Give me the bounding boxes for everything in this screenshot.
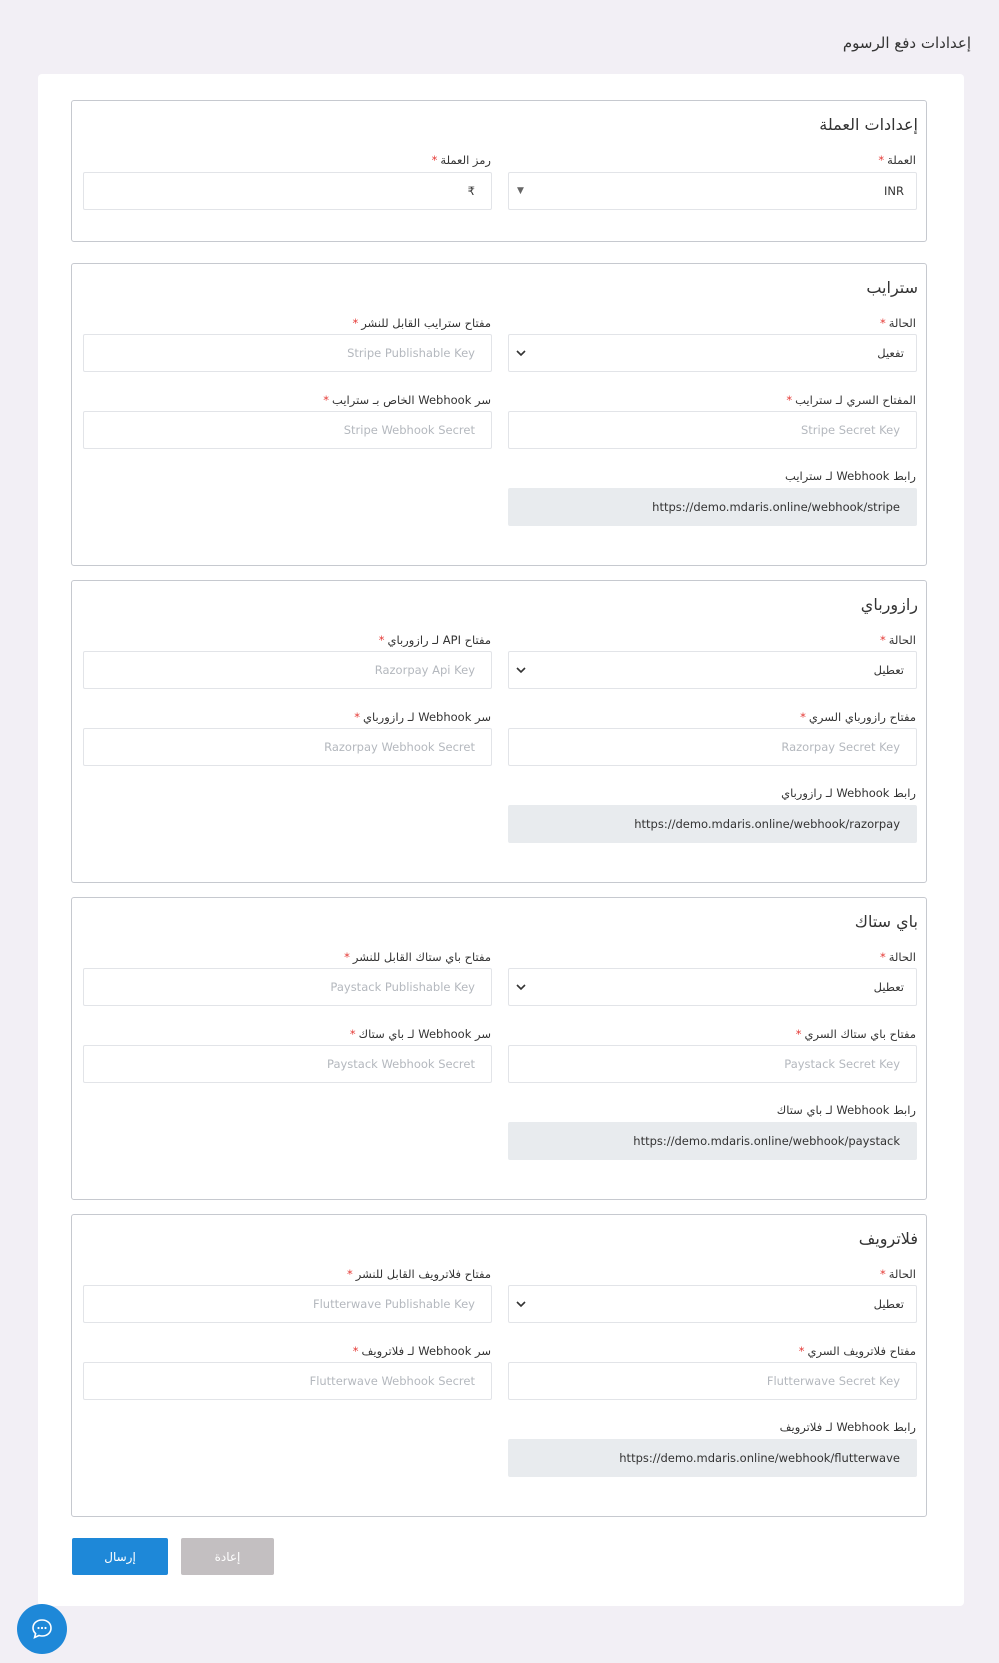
razorpay-webhook-secret-input[interactable] xyxy=(83,728,492,766)
chevron-down-icon xyxy=(516,350,526,357)
flutterwave-webhook-secret-label: سر Webhook لـ فلاترويف* xyxy=(352,1344,491,1358)
flutterwave-status-label: الحالة* xyxy=(879,1267,916,1281)
required-mark: * xyxy=(795,1027,802,1041)
required-mark: * xyxy=(354,710,360,724)
flutterwave-secret-label: مفتاح فلاترويف السري* xyxy=(798,1344,916,1358)
paystack-publishable-input[interactable] xyxy=(83,968,492,1006)
stripe-status-select[interactable]: تفعيل xyxy=(508,334,917,372)
flutterwave-secret-input[interactable] xyxy=(508,1362,917,1400)
required-mark: * xyxy=(431,153,438,167)
razorpay-api-input[interactable] xyxy=(83,651,492,689)
required-mark: * xyxy=(347,1267,353,1281)
razorpay-secret-label: مفتاح رازورباي السري* xyxy=(800,710,916,724)
stripe-secret-label: المفتاح السري لـ سترايب* xyxy=(786,393,916,407)
paystack-status-select[interactable]: تعطيل xyxy=(508,968,917,1006)
stripe-webhook-secret-input[interactable] xyxy=(83,411,492,449)
paystack-secret-input[interactable] xyxy=(508,1045,917,1083)
required-mark: * xyxy=(879,950,886,964)
flutterwave-section-title: فلاترويف xyxy=(858,1229,918,1248)
chevron-down-icon xyxy=(516,667,526,674)
razorpay-webhook-url-label: رابط Webhook لـ رازورباي xyxy=(781,786,916,800)
required-mark: * xyxy=(378,633,385,647)
chevron-down-icon xyxy=(516,984,526,991)
razorpay-status-value: تعطيل xyxy=(873,663,904,677)
stripe-section-title: سترايب xyxy=(866,278,918,297)
page-title: إعدادات دفع الرسوم xyxy=(842,34,971,52)
required-mark: * xyxy=(798,1344,805,1358)
razorpay-api-label: مفتاح API لـ رازورباي* xyxy=(378,633,491,647)
reset-button[interactable]: إعادة xyxy=(181,1538,274,1575)
flutterwave-publishable-label: مفتاح فلاترويف القابل للنشر* xyxy=(347,1267,491,1281)
paystack-status-label: الحالة* xyxy=(879,950,916,964)
required-mark: * xyxy=(879,316,886,330)
required-mark: * xyxy=(349,1027,356,1041)
currency-select-value: INR xyxy=(884,184,904,198)
chat-button[interactable] xyxy=(17,1604,67,1654)
flutterwave-webhook-url-label: رابط Webhook لـ فلاترويف xyxy=(779,1420,916,1434)
stripe-section: سترايب الحالة* تفعيل مفتاح سترايب القابل… xyxy=(71,263,927,566)
razorpay-secret-input[interactable] xyxy=(508,728,917,766)
flutterwave-webhook-secret-input[interactable] xyxy=(83,1362,492,1400)
required-mark: * xyxy=(800,710,806,724)
paystack-secret-label: مفتاح باي ستاك السري* xyxy=(795,1027,916,1041)
razorpay-webhook-secret-label: سر Webhook لـ رازورباي* xyxy=(354,710,491,724)
paystack-webhook-secret-label: سر Webhook لـ باي ستاك* xyxy=(349,1027,491,1041)
flutterwave-publishable-input[interactable] xyxy=(83,1285,492,1323)
paystack-webhook-secret-input[interactable] xyxy=(83,1045,492,1083)
paystack-webhook-url: https://demo.mdaris.online/webhook/payst… xyxy=(508,1122,917,1160)
stripe-webhook-url-label: رابط Webhook لـ سترايب xyxy=(785,469,916,483)
paystack-webhook-url-label: رابط Webhook لـ باي ستاك xyxy=(776,1103,916,1117)
stripe-webhook-url: https://demo.mdaris.online/webhook/strip… xyxy=(508,488,917,526)
stripe-secret-input[interactable] xyxy=(508,411,917,449)
currency-label: العملة* xyxy=(878,153,916,167)
razorpay-webhook-url: https://demo.mdaris.online/webhook/razor… xyxy=(508,805,917,843)
currency-symbol-label: رمز العملة* xyxy=(431,153,491,167)
settings-card: إعدادات العملة العملة* INR ▼ رمز العملة*… xyxy=(38,74,964,1606)
chat-bubble-icon xyxy=(32,1619,52,1639)
currency-select[interactable]: INR ▼ xyxy=(508,172,917,210)
stripe-webhook-secret-label: سر Webhook الخاص بـ سترايب* xyxy=(323,393,491,407)
flutterwave-webhook-url: https://demo.mdaris.online/webhook/flutt… xyxy=(508,1439,917,1477)
stripe-publishable-label: مفتاح سترايب القابل للنشر* xyxy=(352,316,491,330)
required-mark: * xyxy=(879,1267,886,1281)
submit-button[interactable]: إرسال xyxy=(72,1538,168,1575)
currency-section-title: إعدادات العملة xyxy=(819,115,918,134)
required-mark: * xyxy=(879,633,886,647)
stripe-publishable-input[interactable] xyxy=(83,334,492,372)
razorpay-section: رازورباي الحالة* تعطيل مفتاح API لـ رازو… xyxy=(71,580,927,883)
stripe-status-value: تفعيل xyxy=(877,346,904,360)
currency-section: إعدادات العملة العملة* INR ▼ رمز العملة*… xyxy=(71,100,927,242)
stripe-status-label: الحالة* xyxy=(879,316,916,330)
required-mark: * xyxy=(352,316,359,330)
caret-down-icon: ▼ xyxy=(517,186,524,196)
required-mark: * xyxy=(352,1344,359,1358)
paystack-publishable-label: مفتاح باي ستاك القابل للنشر* xyxy=(344,950,491,964)
chevron-down-icon xyxy=(516,1301,526,1308)
flutterwave-section: فلاترويف الحالة* تعطيل مفتاح فلاترويف ال… xyxy=(71,1214,927,1517)
currency-symbol-input[interactable]: ₹ xyxy=(83,172,492,210)
flutterwave-status-value: تعطيل xyxy=(873,1297,904,1311)
razorpay-section-title: رازورباي xyxy=(860,595,918,614)
paystack-section-title: باي ستاك xyxy=(854,912,918,931)
razorpay-status-label: الحالة* xyxy=(879,633,916,647)
paystack-section: باي ستاك الحالة* تعطيل مفتاح باي ستاك ال… xyxy=(71,897,927,1200)
razorpay-status-select[interactable]: تعطيل xyxy=(508,651,917,689)
required-mark: * xyxy=(323,393,330,407)
required-mark: * xyxy=(786,393,793,407)
required-mark: * xyxy=(878,153,885,167)
required-mark: * xyxy=(344,950,350,964)
flutterwave-status-select[interactable]: تعطيل xyxy=(508,1285,917,1323)
paystack-status-value: تعطيل xyxy=(873,980,904,994)
